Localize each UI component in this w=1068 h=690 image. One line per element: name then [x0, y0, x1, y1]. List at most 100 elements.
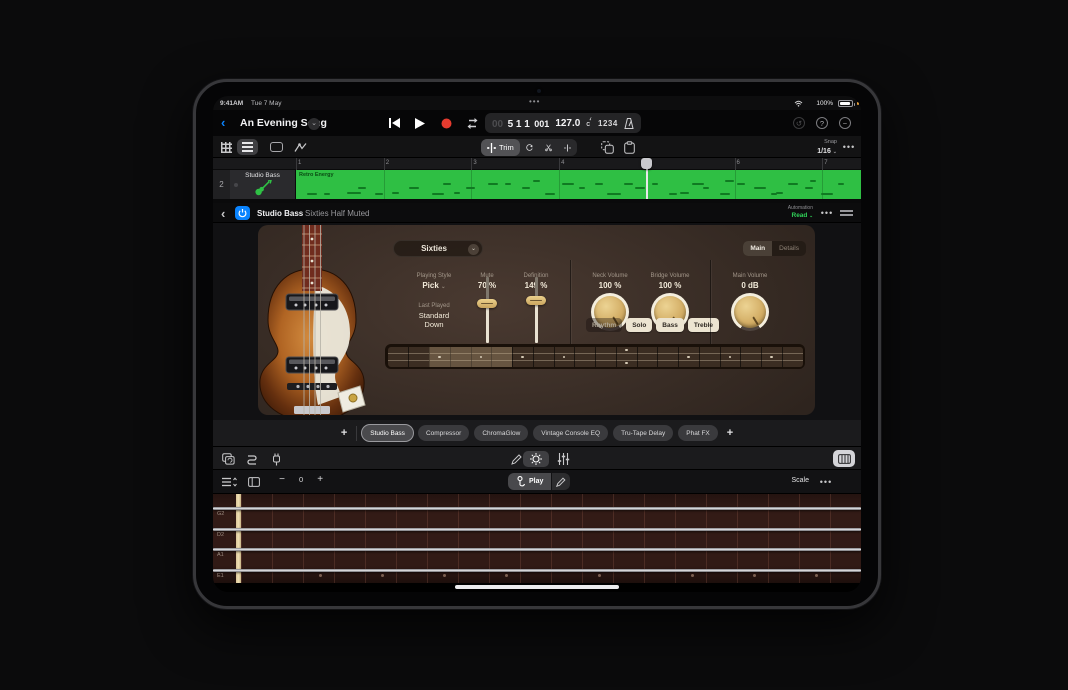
- count-in-pill[interactable]: 1234: [591, 113, 641, 133]
- regions-view-icon[interactable]: [266, 139, 286, 155]
- add-plugin-right-button[interactable]: +: [723, 427, 737, 439]
- main-volume-knob[interactable]: [731, 293, 769, 331]
- fret-marker-dot: [521, 356, 524, 359]
- play-button[interactable]: [412, 115, 428, 131]
- midi-note: [838, 183, 844, 185]
- title-bar: ‹ An Evening Song ⌄ 00 5 1 1 001 127.0: [213, 110, 861, 136]
- snap-setting[interactable]: Snap 1/16 ⌄: [817, 138, 837, 157]
- play-mode-label: Play: [529, 478, 543, 485]
- editor-fret-dot: [753, 574, 756, 577]
- editor-toolbar: − 0 + Play Scale •••: [213, 470, 861, 494]
- view-main-button[interactable]: Main: [743, 241, 772, 256]
- editor-menu-icon[interactable]: [219, 474, 239, 490]
- fret-line: [512, 347, 513, 367]
- track-header[interactable]: Studio Bass: [230, 170, 296, 199]
- fret-line: [678, 347, 679, 367]
- loop-tool-icon[interactable]: [520, 139, 539, 156]
- octave-minus-button[interactable]: −: [275, 474, 289, 485]
- tracks-view-button[interactable]: [237, 139, 258, 155]
- chain-item-phat-fx[interactable]: Phat FX: [678, 425, 717, 441]
- bass-string-G2[interactable]: [213, 507, 861, 510]
- midi-note: [737, 183, 745, 185]
- ruler-tick: [559, 158, 560, 170]
- metronome-icon[interactable]: [624, 118, 634, 129]
- automation-mode[interactable]: Read ⌄: [792, 212, 814, 219]
- keyboard-view-button[interactable]: [833, 450, 855, 467]
- mixer-icon[interactable]: [554, 451, 572, 467]
- mute-slider-track[interactable]: [486, 277, 489, 343]
- charging-dot: [857, 102, 860, 105]
- chain-item-vintage-console-eq[interactable]: Vintage Console EQ: [533, 425, 608, 441]
- split-tool-icon[interactable]: [539, 139, 558, 156]
- rhythm-button[interactable]: Rhythm: [586, 318, 622, 332]
- cycle-button[interactable]: [464, 115, 480, 131]
- fret-line: [595, 347, 596, 367]
- sidebar-panel-icon[interactable]: [246, 474, 262, 490]
- octave-plus-button[interactable]: +: [313, 474, 327, 485]
- trim-tool-button[interactable]: Trim: [481, 139, 520, 156]
- device-toolbar: [213, 446, 861, 470]
- controls-view-button[interactable]: [523, 451, 549, 467]
- go-to-beginning-button[interactable]: [386, 115, 402, 131]
- cable-icon[interactable]: [243, 451, 261, 467]
- treble-button[interactable]: Treble: [688, 318, 719, 332]
- ruler-tick: [384, 158, 385, 170]
- fret-range-strip[interactable]: [385, 344, 805, 369]
- definition-slider-handle[interactable]: [526, 296, 546, 305]
- back-chevron-icon[interactable]: ‹: [221, 115, 225, 130]
- bass-string-E1[interactable]: [213, 569, 861, 572]
- live-loops-grid-icon[interactable]: [217, 139, 235, 155]
- midi-note: [776, 192, 783, 194]
- track-number[interactable]: 2: [213, 170, 230, 199]
- mute-slider-handle[interactable]: [477, 299, 497, 308]
- scale-button[interactable]: Scale: [791, 477, 809, 484]
- fade-tool-icon[interactable]: [558, 139, 577, 156]
- chain-item-chromaglow[interactable]: ChromaGlow: [474, 425, 528, 441]
- plugin-back-chevron-icon[interactable]: ‹: [221, 206, 225, 221]
- playhead-handle[interactable]: [641, 158, 652, 169]
- undo-icon[interactable]: ↺: [793, 117, 805, 129]
- toolbar-more-icon[interactable]: •••: [841, 139, 857, 155]
- plug-icon[interactable]: [267, 451, 285, 467]
- fret-range-highlight[interactable]: [429, 347, 512, 367]
- midi-region[interactable]: Retro Energy: [296, 170, 861, 199]
- paste-icon[interactable]: [620, 139, 639, 156]
- pickup-buttons: Rhythm Solo Bass Treble: [586, 318, 719, 332]
- chain-item-tru-tape-delay[interactable]: Tru-Tape Delay: [613, 425, 673, 441]
- instrument-preset-selector[interactable]: Sixties ⌄: [393, 240, 483, 257]
- midi-note: [595, 183, 603, 185]
- plugin-power-button[interactable]: [235, 206, 250, 220]
- bass-string-D2[interactable]: [213, 528, 861, 531]
- play-mode-button[interactable]: Play: [508, 473, 551, 490]
- bass-string-A1[interactable]: [213, 548, 861, 551]
- chain-item-studio-bass[interactable]: Studio Bass: [362, 425, 413, 441]
- copy-icon[interactable]: [598, 139, 617, 156]
- bass-button[interactable]: Bass: [656, 318, 684, 332]
- midi-note: [466, 187, 475, 189]
- view-details-button[interactable]: Details: [772, 241, 806, 256]
- fretboard-editor[interactable]: G2D2A1E1: [213, 494, 861, 583]
- automation-icon[interactable]: [291, 139, 309, 155]
- help-icon[interactable]: ?: [816, 117, 828, 129]
- fret-line: [554, 347, 555, 367]
- record-button[interactable]: [438, 115, 454, 131]
- lcd-display[interactable]: 00 5 1 1 001 127.0 4/4C maj: [485, 113, 607, 133]
- add-plugin-left-button[interactable]: +: [337, 427, 351, 439]
- front-camera: [537, 89, 541, 93]
- plugin-more-icon[interactable]: •••: [819, 205, 835, 221]
- chain-item-compressor[interactable]: Compressor: [418, 425, 469, 441]
- loop-browser-icon[interactable]: [219, 451, 237, 467]
- editor-more-icon[interactable]: •••: [817, 474, 835, 490]
- home-indicator[interactable]: [455, 585, 619, 589]
- drag-handle-icon[interactable]: [840, 210, 853, 212]
- pencil-mode-button[interactable]: [552, 473, 570, 490]
- last-played-value-1: Standard: [399, 311, 469, 320]
- collapse-icon[interactable]: −: [839, 117, 851, 129]
- instrument-panel-area: Sixties ⌄ Main Details Playing Style Pic…: [213, 223, 861, 420]
- bar-ruler[interactable]: 1234567: [213, 158, 861, 170]
- solo-button[interactable]: Solo: [626, 318, 652, 332]
- song-menu-chevron-icon[interactable]: ⌄: [308, 118, 320, 130]
- ruler-bar-label: 2: [386, 160, 389, 166]
- midi-note: [669, 193, 677, 195]
- definition-slider-track[interactable]: [535, 277, 538, 343]
